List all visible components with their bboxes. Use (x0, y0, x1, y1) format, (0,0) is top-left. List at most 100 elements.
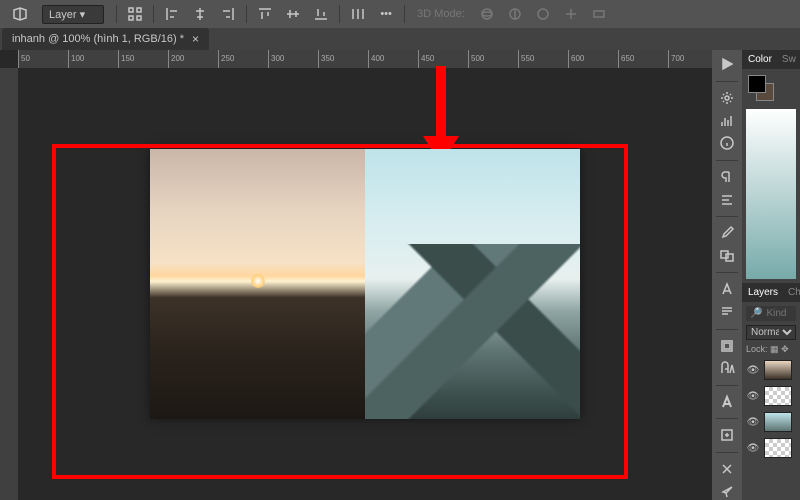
mode3d-label: 3D Mode: (411, 8, 471, 20)
ruler-tick: 150 (118, 50, 168, 68)
separator (716, 81, 738, 82)
workspace: 5010015020025030035040045050055060065070… (0, 50, 800, 500)
canvas-document[interactable] (150, 149, 580, 419)
glyphs-icon[interactable] (714, 360, 740, 377)
info-icon[interactable] (714, 135, 740, 152)
separator (339, 5, 340, 23)
separator (716, 452, 738, 453)
ruler-tick: 550 (518, 50, 568, 68)
lock-position-icon[interactable]: ✥ (781, 344, 789, 354)
brushes-icon[interactable] (714, 225, 740, 242)
align-top-icon[interactable] (253, 3, 277, 25)
separator (153, 5, 154, 23)
layer-thumbnail[interactable] (764, 386, 792, 406)
align-panel-icon[interactable] (714, 191, 740, 208)
layer-row[interactable]: 👁 (746, 359, 796, 381)
layer-comps-icon[interactable] (714, 337, 740, 354)
visibility-icon[interactable]: 👁 (746, 417, 760, 428)
layers-filter-input[interactable] (766, 308, 792, 319)
separator (716, 272, 738, 273)
ruler-tick: 400 (368, 50, 418, 68)
brush-settings-icon[interactable] (714, 90, 740, 107)
separator (116, 5, 117, 23)
separator (246, 5, 247, 23)
layer-row[interactable]: 👁 (746, 411, 796, 433)
align-right-icon[interactable] (216, 3, 240, 25)
paragraph-icon[interactable] (714, 169, 740, 186)
close-tab-icon[interactable]: × (192, 32, 199, 46)
auto-select-dropdown[interactable]: Layer ▾ (36, 5, 110, 24)
separator (716, 385, 738, 386)
pan-3d-icon (531, 3, 555, 25)
search-icon: 🔎 (750, 308, 762, 319)
histogram-icon[interactable] (714, 112, 740, 129)
visibility-icon[interactable]: 👁 (746, 391, 760, 402)
tool-presets-icon[interactable] (714, 461, 740, 478)
zoom-3d-icon (587, 3, 611, 25)
tab-channels[interactable]: Ch (788, 287, 800, 298)
foreground-color-swatch[interactable] (748, 75, 766, 93)
separator (404, 5, 405, 23)
layer-thumbnail[interactable] (764, 412, 792, 432)
tab-swatches[interactable]: Sw (782, 54, 796, 65)
ruler-tick: 500 (468, 50, 518, 68)
layer-row[interactable]: 👁 (746, 385, 796, 407)
lock-pixels-icon[interactable]: ▦ (770, 344, 779, 354)
collapsed-panel-strip-1 (712, 50, 742, 500)
separator (716, 329, 738, 330)
blend-mode-select[interactable]: Normal (746, 325, 796, 340)
separator (716, 418, 738, 419)
more-align-button[interactable]: ••• (374, 3, 398, 25)
orbit-3d-icon (475, 3, 499, 25)
document-tab-title: inhanh @ 100% (hình 1, RGB/16) * (12, 33, 184, 45)
layers-filter-row[interactable]: 🔎 (746, 306, 796, 321)
document-tab[interactable]: inhanh @ 100% (hình 1, RGB/16) * × (2, 28, 209, 50)
panel-dock: Color Sw Layers Ch 🔎 Normal Lock: ▦ ✥ (742, 50, 800, 500)
ruler-tick: 350 (318, 50, 368, 68)
options-bar: Layer ▾ ••• 3D Mode: (0, 0, 800, 28)
tab-layers[interactable]: Layers (748, 287, 778, 298)
canvas-viewport[interactable] (18, 68, 712, 500)
ruler-tick: 650 (618, 50, 668, 68)
layer-row[interactable]: 👁 (746, 437, 796, 459)
separator (716, 160, 738, 161)
navigator-icon[interactable] (714, 483, 740, 500)
separator (716, 216, 738, 217)
paragraph2-icon[interactable] (714, 304, 740, 321)
lock-label: Lock: (746, 344, 768, 354)
character-icon[interactable] (714, 281, 740, 298)
actions-icon[interactable] (714, 427, 740, 444)
ruler-tick: 200 (168, 50, 218, 68)
clone-source-icon[interactable] (714, 248, 740, 265)
fg-bg-swatches[interactable] (742, 69, 800, 109)
auto-select-icon[interactable] (8, 3, 32, 25)
play-icon[interactable] (714, 56, 740, 73)
ruler-tick: 700 (668, 50, 712, 68)
color-picker-field[interactable] (746, 109, 796, 279)
layers-panel-tabs: Layers Ch (742, 283, 800, 302)
align-bottom-icon[interactable] (309, 3, 333, 25)
ruler-tick: 250 (218, 50, 268, 68)
align-vcenter-icon[interactable] (281, 3, 305, 25)
ruler-tick: 600 (568, 50, 618, 68)
align-left-icon[interactable] (160, 3, 184, 25)
visibility-icon[interactable]: 👁 (746, 443, 760, 454)
document-tabstrip: inhanh @ 100% (hình 1, RGB/16) * × (0, 28, 800, 50)
styles-icon[interactable] (714, 394, 740, 411)
vertical-ruler (0, 68, 18, 500)
canvas-area: 5010015020025030035040045050055060065070… (0, 50, 712, 500)
image-mountains (365, 149, 580, 419)
tab-color[interactable]: Color (748, 54, 772, 65)
color-panel-tabs: Color Sw (742, 50, 800, 69)
transform-controls-icon[interactable] (123, 3, 147, 25)
align-hcenter-icon[interactable] (188, 3, 212, 25)
ruler-tick: 300 (268, 50, 318, 68)
distribute-h-icon[interactable] (346, 3, 370, 25)
ruler-tick: 50 (18, 50, 68, 68)
visibility-icon[interactable]: 👁 (746, 365, 760, 376)
horizontal-ruler: 5010015020025030035040045050055060065070… (18, 50, 712, 68)
layer-thumbnail[interactable] (764, 360, 792, 380)
auto-select-value: Layer (49, 9, 77, 21)
layer-thumbnail[interactable] (764, 438, 792, 458)
layers-panel-body: 🔎 Normal Lock: ▦ ✥ 👁 👁 👁 (742, 302, 800, 500)
